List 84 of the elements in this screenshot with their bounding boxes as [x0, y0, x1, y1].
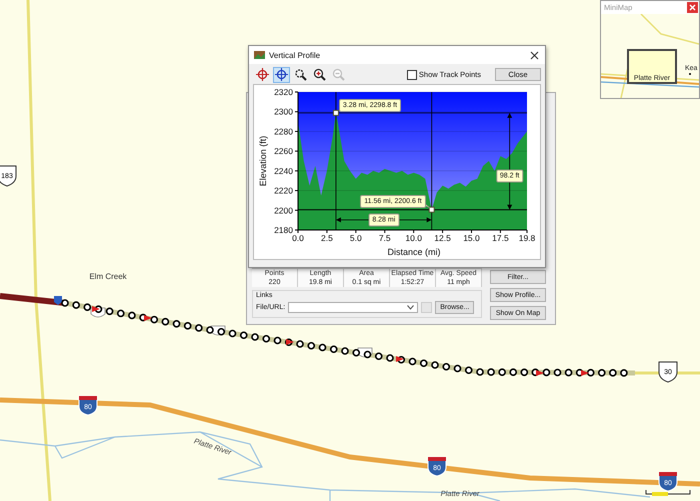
track-point-icon [318, 344, 326, 352]
track-point-icon [61, 299, 69, 307]
axis-tick-label: 17.5 [492, 233, 509, 243]
direction-arrow-icon [144, 315, 152, 321]
track-point-icon [307, 342, 316, 350]
track-point-icon [116, 310, 125, 318]
close-button[interactable] [687, 2, 698, 13]
track-point-icon [454, 364, 462, 372]
track-point-icon [162, 318, 170, 326]
track-point-icon [487, 368, 495, 376]
track-point-icon [274, 336, 282, 344]
axis-tick-label: 2260 [274, 146, 293, 156]
direction-arrow-icon [536, 370, 544, 376]
window-title: Vertical Profile [269, 50, 320, 60]
crosshair-icon [256, 68, 269, 81]
track-point-icon [195, 324, 203, 332]
track-point-icon [520, 368, 528, 376]
axis-tick-label: 2320 [274, 87, 293, 97]
track-point-icon [240, 331, 248, 340]
track-point-icon [498, 368, 506, 376]
axis-tick-label: 15.0 [463, 233, 480, 243]
track-point-icon [509, 368, 518, 376]
crosshair-tool[interactable] [273, 66, 290, 82]
axis-tick-label: 10.0 [405, 233, 422, 243]
track-point-icon [72, 301, 80, 309]
axis-tick-label: 0.0 [292, 233, 304, 243]
track-point-icon [464, 366, 473, 374]
track-point-icon [172, 320, 180, 328]
track-point-icon [341, 347, 349, 355]
track-point-icon [364, 350, 372, 358]
axis-tick-label: 2280 [274, 126, 293, 136]
point-marker-icon [332, 110, 339, 116]
track-point-icon [228, 330, 236, 338]
town-label: Elm Creek [89, 272, 127, 281]
direction-arrow-icon [396, 356, 404, 362]
zoom-area-icon [294, 68, 307, 81]
axis-tick-label: 2200 [274, 205, 293, 216]
axis-title: Distance (mi) [388, 247, 440, 257]
track-point-icon [564, 368, 572, 376]
zoom-in-tool[interactable] [311, 66, 328, 82]
close-icon [689, 4, 696, 11]
track-point-icon [84, 303, 92, 311]
track-point-icon [620, 369, 628, 377]
track-point-icon [554, 368, 562, 376]
dropdown-caret-icon [407, 305, 414, 310]
app-icon [254, 50, 265, 60]
direction-arrow-icon [581, 370, 589, 376]
point-marker-icon [428, 206, 435, 213]
track-point-icon [262, 334, 270, 343]
track-point-icon [128, 312, 136, 320]
axis-tick-label: 2180 [274, 225, 293, 235]
crosshair-icon [275, 68, 288, 81]
track-point-icon [386, 354, 394, 362]
track-point-icon [442, 362, 450, 371]
axis-tick-label: 19.8 [518, 233, 536, 243]
axis-tick-label: 2220 [274, 186, 293, 196]
scale-bar-drawing [646, 490, 690, 496]
track-point-icon [184, 322, 192, 330]
axis-tick-label: 7.5 [378, 233, 391, 243]
track-point-icon [150, 316, 158, 324]
direction-arrow-icon [92, 306, 100, 312]
axis-tick-label: 2300 [274, 106, 293, 117]
axis-tick-label: 2240 [274, 166, 293, 176]
track-point-icon [330, 345, 338, 354]
track-point-icon [476, 368, 484, 376]
axis-tick-label: 2.5 [321, 233, 333, 243]
track-point-icon [431, 361, 439, 369]
zoom-in-icon [313, 68, 326, 81]
viewport-frame[interactable] [627, 49, 677, 84]
track-point-icon [251, 333, 259, 341]
file-url-field[interactable] [288, 302, 418, 313]
track-point-icon [374, 352, 383, 360]
track-point-icon [609, 369, 617, 377]
track-point-icon [296, 340, 304, 348]
start-flag-icon [54, 296, 62, 305]
track-point-icon [420, 359, 428, 368]
zoom-out-icon [332, 68, 345, 81]
axis-title: Elevation (ft) [258, 136, 268, 186]
track-point-icon [408, 358, 416, 366]
axis-tick-label: 12.5 [434, 233, 451, 243]
marker-tool[interactable] [254, 66, 271, 82]
axis-tick-label: 5.0 [350, 233, 362, 243]
close-icon [530, 50, 538, 60]
track-point-icon [598, 368, 606, 377]
